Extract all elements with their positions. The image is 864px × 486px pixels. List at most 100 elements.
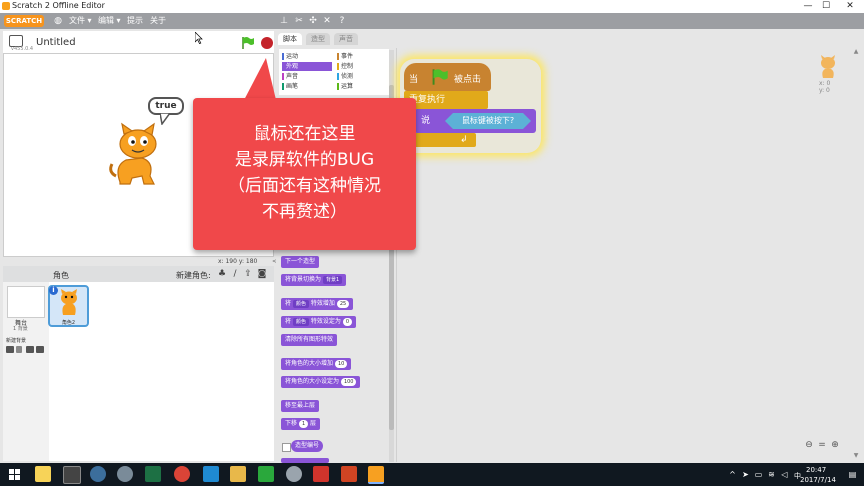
category-sensing[interactable]: 侦测 — [337, 72, 387, 81]
clock-date[interactable]: 2017/7/14 — [800, 476, 836, 484]
tray-chevron-icon[interactable]: ^ — [728, 470, 737, 479]
camera-backdrop-icon[interactable] — [36, 346, 44, 353]
green-flag-icon[interactable] — [241, 36, 255, 50]
powerpoint-icon[interactable] — [341, 466, 357, 482]
category-sound[interactable]: 声音 — [282, 72, 332, 81]
say-label: 说 — [421, 116, 431, 126]
scratch-cat-sprite[interactable] — [108, 122, 166, 186]
block-change-size[interactable]: 将角色的大小增加 10 — [281, 358, 352, 370]
camtasia-red-icon[interactable] — [313, 466, 329, 482]
tray-wifi-icon[interactable]: ≋ — [767, 470, 776, 479]
costume-number-checkbox[interactable] — [282, 443, 291, 452]
category-events[interactable]: 事件 — [337, 52, 387, 61]
tab-sounds[interactable]: 声音 — [334, 33, 358, 45]
shrink-icon[interactable]: ✕ — [322, 15, 332, 27]
set-effect-input[interactable]: 0 — [342, 317, 352, 326]
clock-time[interactable]: 20:47 — [806, 466, 826, 474]
zoom-in-icon[interactable]: ⊕ — [830, 440, 840, 450]
tab-costumes[interactable]: 造型 — [306, 33, 330, 45]
category-operators[interactable]: 运算 — [337, 82, 387, 91]
go-back-input[interactable]: 1 — [298, 419, 309, 428]
project-title[interactable]: Untitled — [36, 37, 76, 48]
upload-backdrop-icon[interactable] — [26, 346, 34, 353]
menu-file[interactable]: 文件 ▾ — [69, 15, 92, 27]
menu-about[interactable]: 关于 — [150, 15, 166, 27]
calculator-icon[interactable] — [63, 466, 81, 484]
menu-tips[interactable]: 提示 — [127, 15, 143, 27]
folder-icon[interactable] — [230, 466, 246, 482]
script-scrollbar[interactable] — [851, 48, 861, 462]
stage-header: v455.0.4 Untitled — [3, 31, 274, 53]
set-effect-dropdown[interactable]: 颜色 — [292, 317, 309, 326]
windows-start-icon[interactable] — [9, 469, 20, 480]
scratch-taskbar-icon[interactable] — [368, 466, 384, 484]
grow-icon[interactable]: ✣ — [308, 15, 318, 27]
close-button[interactable]: ✕ — [836, 0, 864, 13]
set-size-input[interactable]: 100 — [340, 377, 357, 386]
notification-icon[interactable]: ▤ — [848, 470, 857, 479]
chrome-icon[interactable] — [174, 466, 190, 482]
block-go-front[interactable]: 移至最上层 — [281, 400, 320, 412]
category-control[interactable]: 控制 — [337, 62, 387, 71]
stage-coordinates: x: 190 y: 180 — [218, 258, 258, 265]
paint-backdrop-icon[interactable] — [16, 346, 22, 353]
recorder-icon[interactable] — [286, 466, 302, 482]
backdrop-dropdown[interactable]: 背景1 — [322, 275, 343, 284]
stamp-icon[interactable]: ⊥ — [279, 15, 289, 27]
forever-block[interactable]: 重复执行 — [404, 91, 488, 109]
block-change-effect[interactable]: 将 颜色 特效增加 25 — [281, 298, 354, 310]
block-set-size[interactable]: 将角色的大小设定为 100 — [281, 376, 361, 388]
change-effect-input[interactable]: 25 — [336, 299, 350, 308]
delete-icon[interactable]: ✂ — [294, 15, 304, 27]
block-costume-number[interactable]: 造型编号 — [291, 440, 324, 452]
mouse-cursor-icon — [195, 32, 203, 44]
annotation-line-3: （后面还有这种情况 — [228, 176, 381, 196]
block-clear-effects[interactable]: 清除所有图形特效 — [281, 334, 338, 346]
scroll-up-arrow[interactable]: ▲ — [852, 48, 860, 56]
block-set-effect-pre: 将 — [285, 318, 292, 325]
info-icon[interactable]: i — [49, 286, 58, 295]
shield-icon[interactable] — [117, 466, 133, 482]
menu-edit[interactable]: 编辑 ▾ — [98, 15, 121, 27]
category-pen-label: 画笔 — [286, 83, 299, 90]
stop-icon[interactable] — [261, 37, 273, 49]
mouse-down-boolean[interactable]: 鼠标键被按下? — [445, 113, 531, 129]
choose-sprite-icon[interactable]: ♣ — [217, 269, 227, 279]
globe-icon[interactable]: ◍ — [53, 15, 63, 27]
camera-sprite-icon[interactable]: ◙ — [257, 269, 267, 279]
new-backdrop-label: 新建背景 — [6, 338, 27, 344]
menu-file-label: 文件 — [69, 16, 85, 25]
edge-icon[interactable] — [203, 466, 219, 482]
annotation-callout: 鼠标还在这里 是录屏软件的BUG （后面还有这种情况 不再赘述） — [193, 98, 416, 250]
choose-backdrop-icon[interactable] — [6, 346, 14, 353]
category-motion[interactable]: 运动 — [282, 52, 332, 61]
tray-volume-icon[interactable]: ◁ — [780, 470, 789, 479]
tab-scripts[interactable]: 脚本 — [278, 33, 302, 45]
scroll-down-arrow[interactable]: ▼ — [852, 452, 860, 460]
paint-sprite-icon[interactable]: / — [230, 269, 240, 279]
category-pen[interactable]: 画笔 — [282, 82, 332, 91]
help-icon[interactable]: ? — [337, 15, 347, 27]
block-next-costume[interactable]: 下一个造型 — [281, 256, 320, 268]
file-explorer-icon[interactable] — [35, 466, 51, 482]
effect-dropdown[interactable]: 颜色 — [292, 299, 309, 308]
block-set-effect[interactable]: 将 颜色 特效设定为 0 — [281, 316, 356, 328]
when-flag-clicked-block[interactable]: 当 被点击 — [404, 63, 491, 91]
zoom-reset-icon[interactable]: = — [817, 440, 827, 450]
sprite-thumbnail-selected[interactable]: i 角色2 — [48, 285, 89, 327]
stage-thumbnail[interactable] — [7, 286, 45, 318]
category-looks[interactable]: 外观 — [282, 62, 332, 71]
scratch-logo[interactable]: SCRATCH — [4, 15, 44, 27]
block-go-back[interactable]: 下移 1 层 — [281, 418, 321, 430]
tray-battery-icon[interactable]: ▭ — [754, 470, 763, 479]
block-switch-backdrop[interactable]: 将背景切换为 背景1 — [281, 274, 347, 286]
backdrop-count: 1 背景 — [13, 326, 28, 332]
new-sprite-label: 新建角色: — [176, 271, 211, 280]
bird-icon[interactable] — [90, 466, 106, 482]
zoom-out-icon[interactable]: ⊖ — [804, 440, 814, 450]
excel-icon[interactable] — [145, 466, 161, 482]
tray-send-icon[interactable]: ➤ — [741, 470, 750, 479]
upload-sprite-icon[interactable]: ⇪ — [243, 269, 253, 279]
change-size-input[interactable]: 10 — [334, 359, 348, 368]
camtasia-icon[interactable] — [258, 466, 274, 482]
